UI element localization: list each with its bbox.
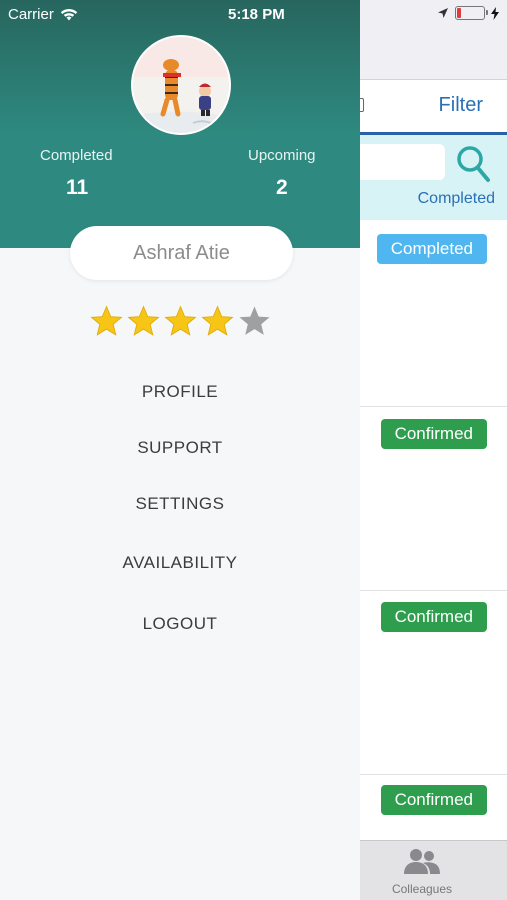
star-filled-icon <box>201 305 234 336</box>
status-left-group: Carrier <box>8 6 78 23</box>
star-filled-icon <box>164 305 197 336</box>
avatar-illustration-icon <box>133 37 229 133</box>
status-badge: Confirmed <box>380 419 487 449</box>
completed-stat-value: 11 <box>66 176 89 199</box>
menu-item-availability[interactable]: AVAILABILITY <box>0 553 360 573</box>
menu-item-settings[interactable]: SETTINGS <box>0 494 360 514</box>
status-badge: Confirmed <box>380 602 487 632</box>
carrier-label: Carrier <box>8 6 54 23</box>
completed-stat-label: Completed <box>40 147 113 164</box>
tab-colleagues-label: Colleagues <box>391 882 453 896</box>
battery-level <box>457 8 461 18</box>
status-right-group <box>437 6 499 20</box>
avatar[interactable] <box>131 35 231 135</box>
star-filled-icon <box>90 305 123 336</box>
star-empty-icon <box>239 306 270 335</box>
wifi-icon <box>60 9 78 21</box>
menu-item-profile[interactable]: PROFILE <box>0 382 360 402</box>
menu-item-logout[interactable]: LOGOUT <box>0 614 360 634</box>
charging-bolt-icon <box>491 6 499 20</box>
tab-colleagues[interactable]: Colleagues <box>380 847 464 896</box>
status-filter-label[interactable]: Completed <box>418 190 495 208</box>
status-badge: Confirmed <box>380 785 487 815</box>
rating-stars <box>90 305 271 338</box>
colleagues-icon <box>404 849 440 874</box>
upcoming-stat-label: Upcoming <box>248 147 316 164</box>
star-filled-icon <box>127 305 160 336</box>
filter-button[interactable]: Filter <box>439 94 483 117</box>
side-drawer: Carrier 5:18 PM Completed 11 Upcoming 2 … <box>0 0 360 900</box>
status-time: 5:18 PM <box>228 6 285 23</box>
location-arrow-icon <box>438 8 448 18</box>
drawer-header: Carrier 5:18 PM Completed 11 Upcoming 2 <box>0 0 360 248</box>
upcoming-stat-value: 2 <box>276 176 288 199</box>
search-input[interactable] <box>350 144 445 180</box>
status-badge: Completed <box>376 234 487 264</box>
menu-item-support[interactable]: SUPPORT <box>0 438 360 458</box>
battery-low-icon <box>455 6 488 20</box>
user-name-pill: Ashraf Atie <box>70 226 293 280</box>
search-icon[interactable] <box>455 143 491 183</box>
